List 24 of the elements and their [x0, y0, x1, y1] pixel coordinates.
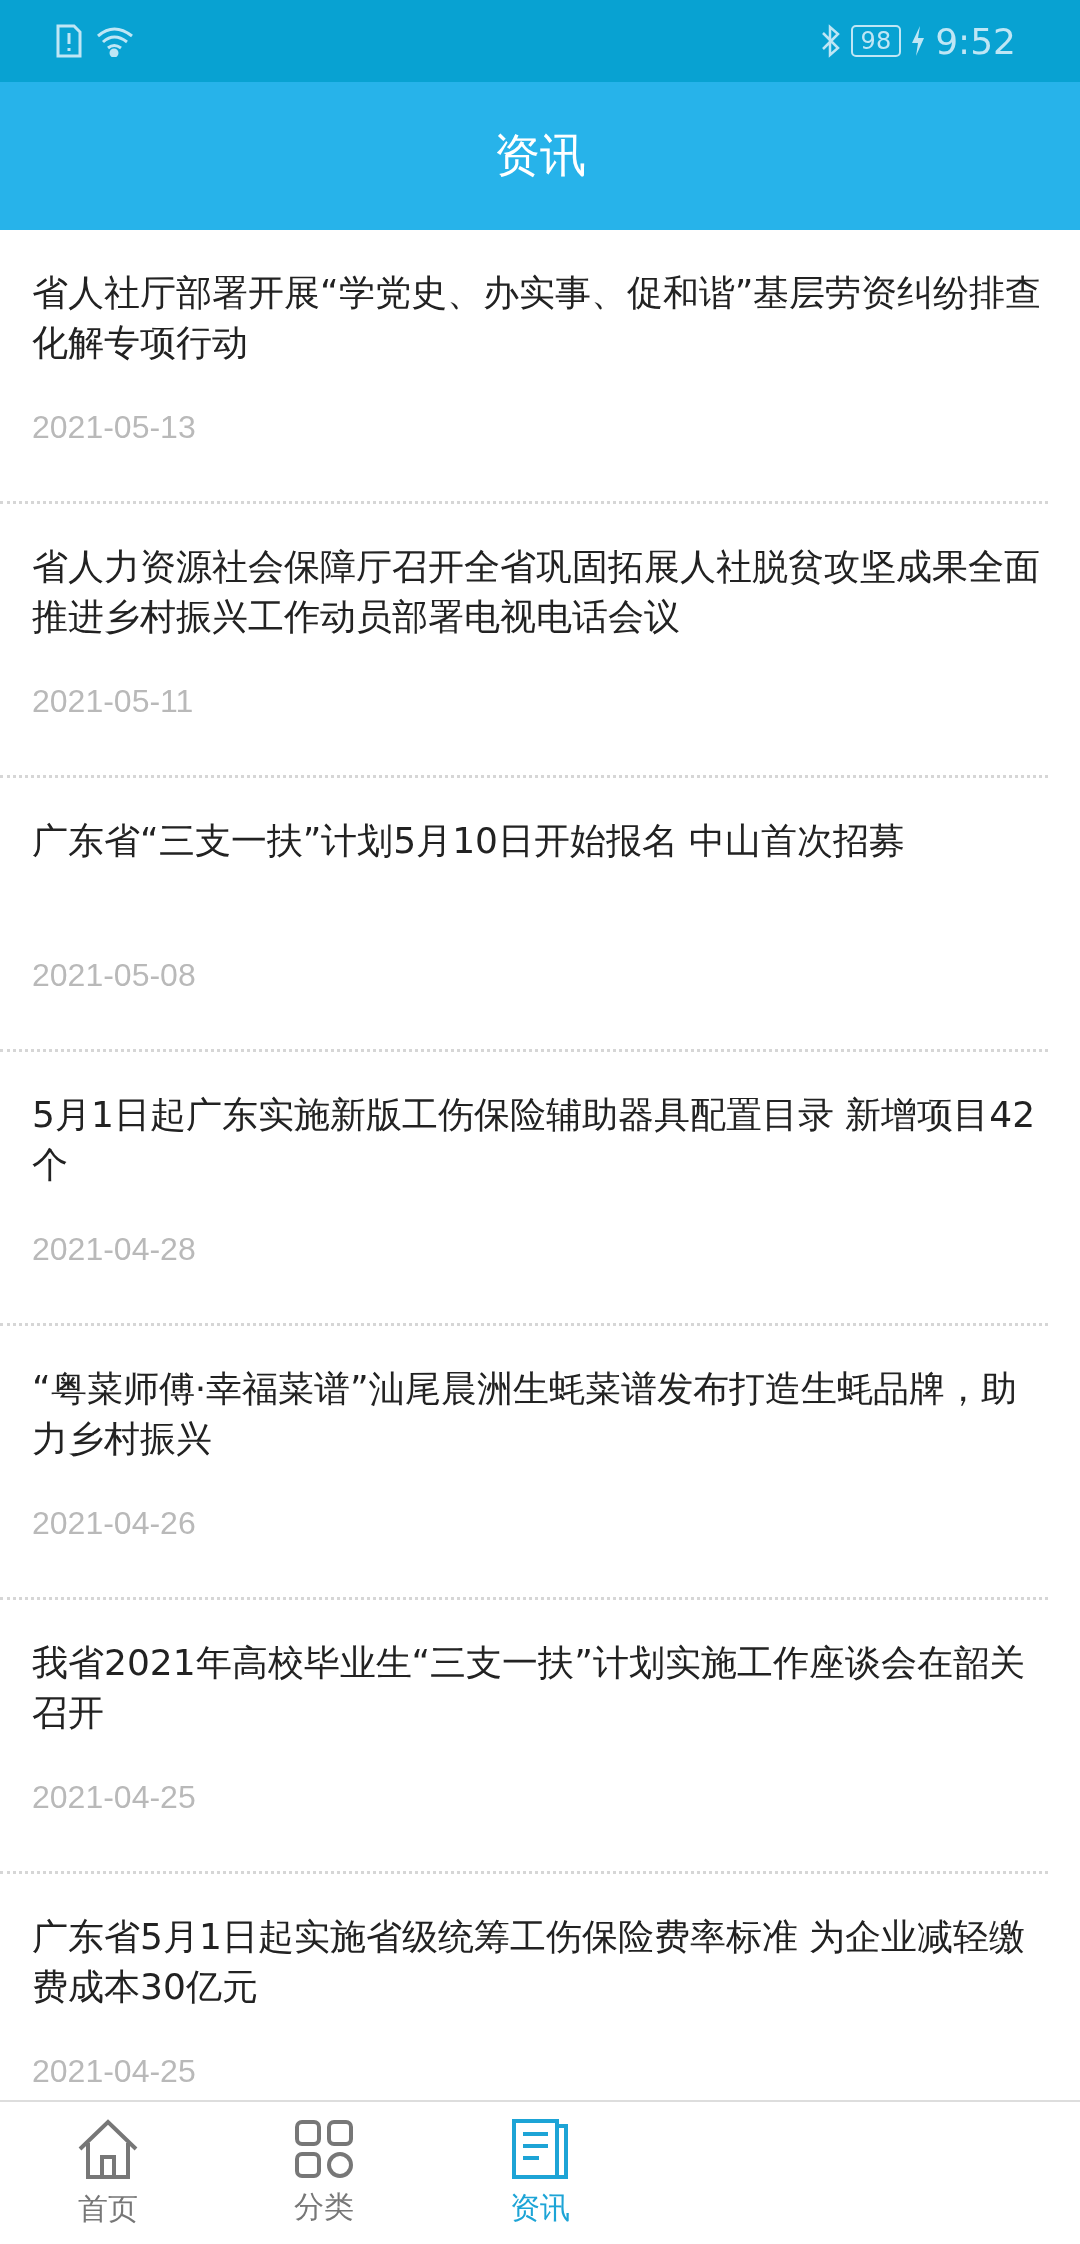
news-title[interactable]: 我省2021年高校毕业生“三支一扶”计划实施工作座谈会在韶关召开	[32, 1638, 1048, 1738]
tab[interactable]: 首页	[0, 2102, 216, 2244]
clock-time: 9:52	[935, 20, 1016, 62]
bluetooth-icon	[820, 24, 841, 58]
news-title[interactable]: 省人社厅部署开展“学党史、办实事、促和谐”基层劳资纠纷排查化解专项行动	[32, 268, 1048, 368]
news-date: 2021-05-13	[32, 408, 196, 447]
grid-icon	[294, 2118, 354, 2179]
news-title[interactable]: 广东省5月1日起实施省级统筹工伤保险费率标准 为企业减轻缴费成本30亿元	[32, 1912, 1048, 2012]
news-date: 2021-04-25	[32, 2052, 196, 2091]
news-title[interactable]: 省人力资源社会保障厅召开全省巩固拓展人社脱贫攻坚成果全面推进乡村振兴工作动员部署电视电话会议	[32, 542, 1048, 642]
news-title[interactable]: 广东省“三支一扶”计划5月10日开始报名 中山首次招募	[32, 816, 1048, 916]
news-date: 2021-04-26	[32, 1504, 196, 1543]
news-title[interactable]: 5月1日起广东实施新版工伤保险辅助器具配置目录 新增项目42个	[32, 1090, 1048, 1190]
document-icon	[511, 2117, 569, 2180]
news-date: 2021-04-25	[32, 1778, 196, 1817]
news-date: 2021-05-11	[32, 682, 194, 721]
battery-level: 98	[850, 25, 902, 57]
charging-icon	[911, 26, 926, 56]
page-title: 资讯	[494, 127, 586, 184]
sim-alert-icon	[56, 24, 82, 58]
tab[interactable]: 分类	[216, 2102, 432, 2244]
news-title[interactable]: “粤菜师傅·幸福菜谱”汕尾晨洲生蚝菜谱发布打造生蚝品牌，助力乡村振兴	[32, 1364, 1048, 1464]
news-date: 2021-05-08	[32, 956, 196, 995]
news-date: 2021-04-28	[32, 1230, 196, 1269]
